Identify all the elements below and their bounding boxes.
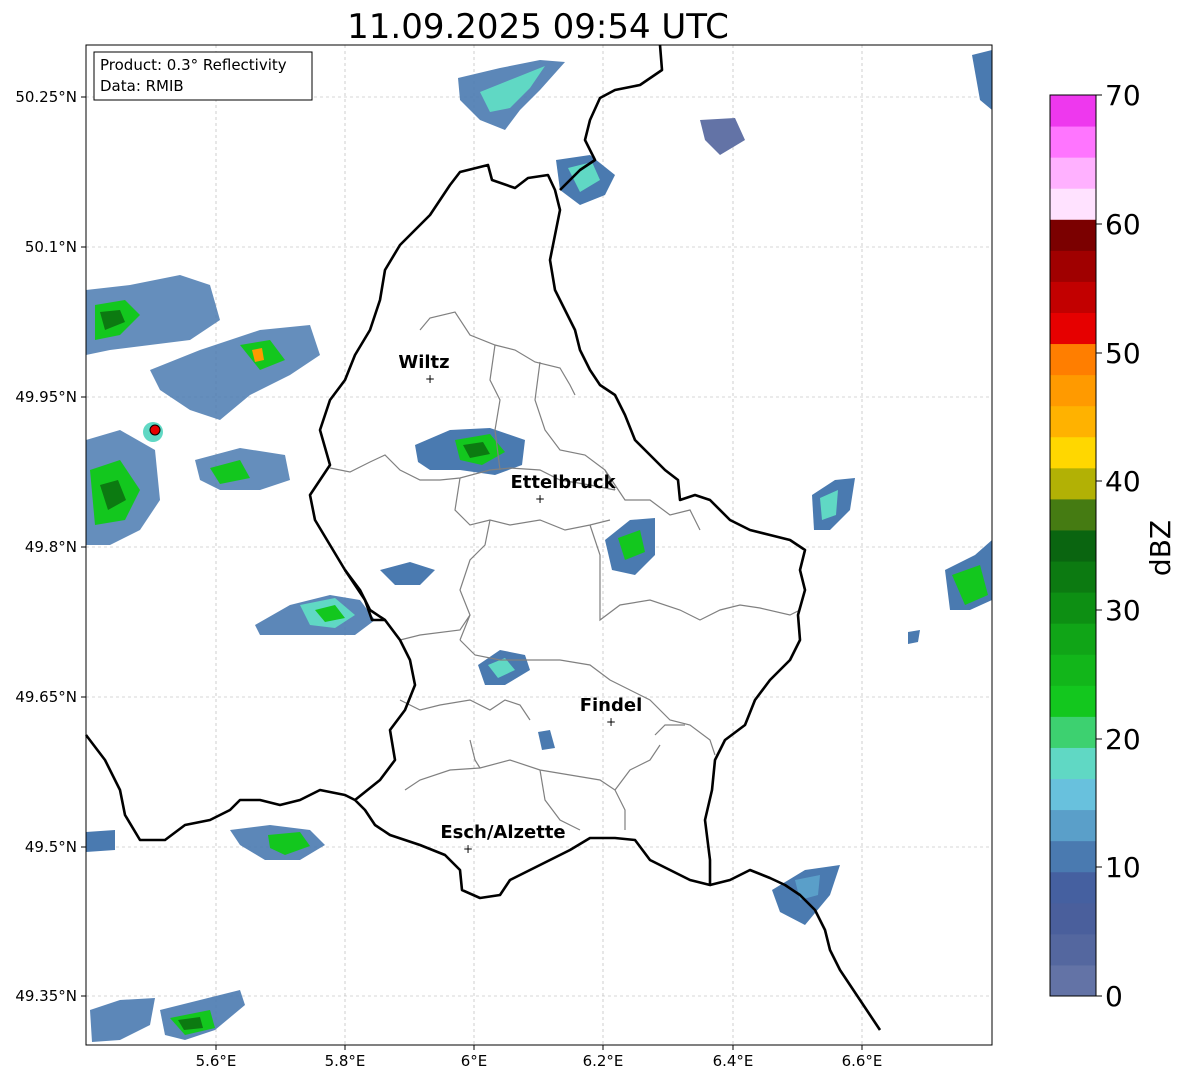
colorbar: 0 10 20 30 40 50 60 70 dBZ <box>1049 79 1177 1013</box>
colorbar-segment <box>1050 157 1096 189</box>
y-tick-label: 49.35°N <box>15 987 77 1005</box>
colorbar-segment <box>1050 778 1096 811</box>
colorbar-tick-label: 60 <box>1105 208 1141 241</box>
city-marker-esch-alzette: + <box>463 842 473 856</box>
colorbar-segment <box>1050 498 1096 531</box>
colorbar-segment <box>1050 964 1096 997</box>
colorbar-segment <box>1050 561 1096 593</box>
x-tick-label: 5.6°E <box>196 1052 237 1070</box>
colorbar-tick-label: 20 <box>1105 723 1141 756</box>
colorbar-tick-label: 0 <box>1105 980 1123 1013</box>
y-tick-label: 49.95°N <box>15 388 77 406</box>
x-tick-label: 5.8°E <box>325 1052 366 1070</box>
colorbar-tick-label: 40 <box>1105 465 1141 498</box>
map-area <box>86 45 992 1045</box>
colorbar-segment <box>1050 405 1096 438</box>
colorbar-segment <box>1050 250 1096 282</box>
info-source: Data: RMIB <box>100 77 184 95</box>
figure-title: 11.09.2025 09:54 UTC <box>347 7 729 47</box>
colorbar-segment <box>1050 219 1096 251</box>
colorbar-segment <box>1050 281 1096 313</box>
colorbar-segment <box>1050 809 1096 842</box>
x-tick-label: 6.2°E <box>583 1052 624 1070</box>
colorbar-segment <box>1050 840 1096 873</box>
y-tick-label: 49.8°N <box>25 538 77 556</box>
colorbar-tick-label: 70 <box>1105 79 1141 112</box>
y-tick-label: 50.1°N <box>25 238 77 256</box>
x-axis: 5.6°E 5.8°E 6°E 6.2°E 6.4°E 6.6°E <box>196 1045 883 1070</box>
colorbar-label: dBZ <box>1144 520 1177 576</box>
colorbar-segment <box>1050 126 1096 158</box>
x-tick-label: 6°E <box>461 1052 488 1070</box>
x-tick-label: 6.6°E <box>842 1052 883 1070</box>
colorbar-tick-label: 30 <box>1105 594 1141 627</box>
colorbar-segment <box>1050 467 1096 500</box>
city-marker-findel: + <box>606 715 616 729</box>
colorbar-segment <box>1050 902 1096 935</box>
info-product: Product: 0.3° Reflectivity <box>100 56 287 74</box>
colorbar-segment <box>1050 312 1096 345</box>
colorbar-segment <box>1050 685 1096 717</box>
colorbar-segment <box>1050 592 1096 624</box>
colorbar-segment <box>1050 654 1096 686</box>
radar-site-marker <box>143 422 163 442</box>
colorbar-tick-label: 10 <box>1105 851 1141 884</box>
city-label-ettelbruck: Ettelbruck <box>510 472 616 493</box>
radar-figure: 11.09.2025 09:54 UTC Wiltz + Ettelbruck … <box>15 7 1177 1070</box>
y-tick-label: 49.65°N <box>15 688 77 706</box>
city-marker-wiltz: + <box>425 372 435 386</box>
colorbar-segment <box>1050 871 1096 904</box>
city-marker-ettelbruck: + <box>535 492 545 506</box>
colorbar-segment <box>1050 933 1096 966</box>
colorbar-segment <box>1050 623 1096 655</box>
colorbar-segment <box>1050 188 1096 220</box>
colorbar-segment <box>1050 374 1096 407</box>
colorbar-ticks: 0 10 20 30 40 50 60 70 <box>1096 79 1141 1013</box>
y-tick-label: 49.5°N <box>25 838 77 856</box>
colorbar-segment <box>1050 716 1096 748</box>
y-axis: 50.25°N 50.1°N 49.95°N 49.8°N 49.65°N 49… <box>15 88 86 1005</box>
colorbar-segment <box>1050 95 1096 127</box>
colorbar-segments <box>1050 95 1096 997</box>
colorbar-segment <box>1050 747 1096 780</box>
colorbar-segment <box>1050 436 1096 469</box>
colorbar-segment <box>1050 529 1096 562</box>
colorbar-segment <box>1050 343 1096 376</box>
info-box: Product: 0.3° Reflectivity Data: RMIB <box>93 51 313 101</box>
city-label-findel: Findel <box>580 695 643 716</box>
x-tick-label: 6.4°E <box>713 1052 754 1070</box>
city-label-esch-alzette: Esch/Alzette <box>440 822 565 843</box>
y-tick-label: 50.25°N <box>15 88 77 106</box>
colorbar-tick-label: 50 <box>1105 337 1141 370</box>
city-label-wiltz: Wiltz <box>398 352 449 373</box>
